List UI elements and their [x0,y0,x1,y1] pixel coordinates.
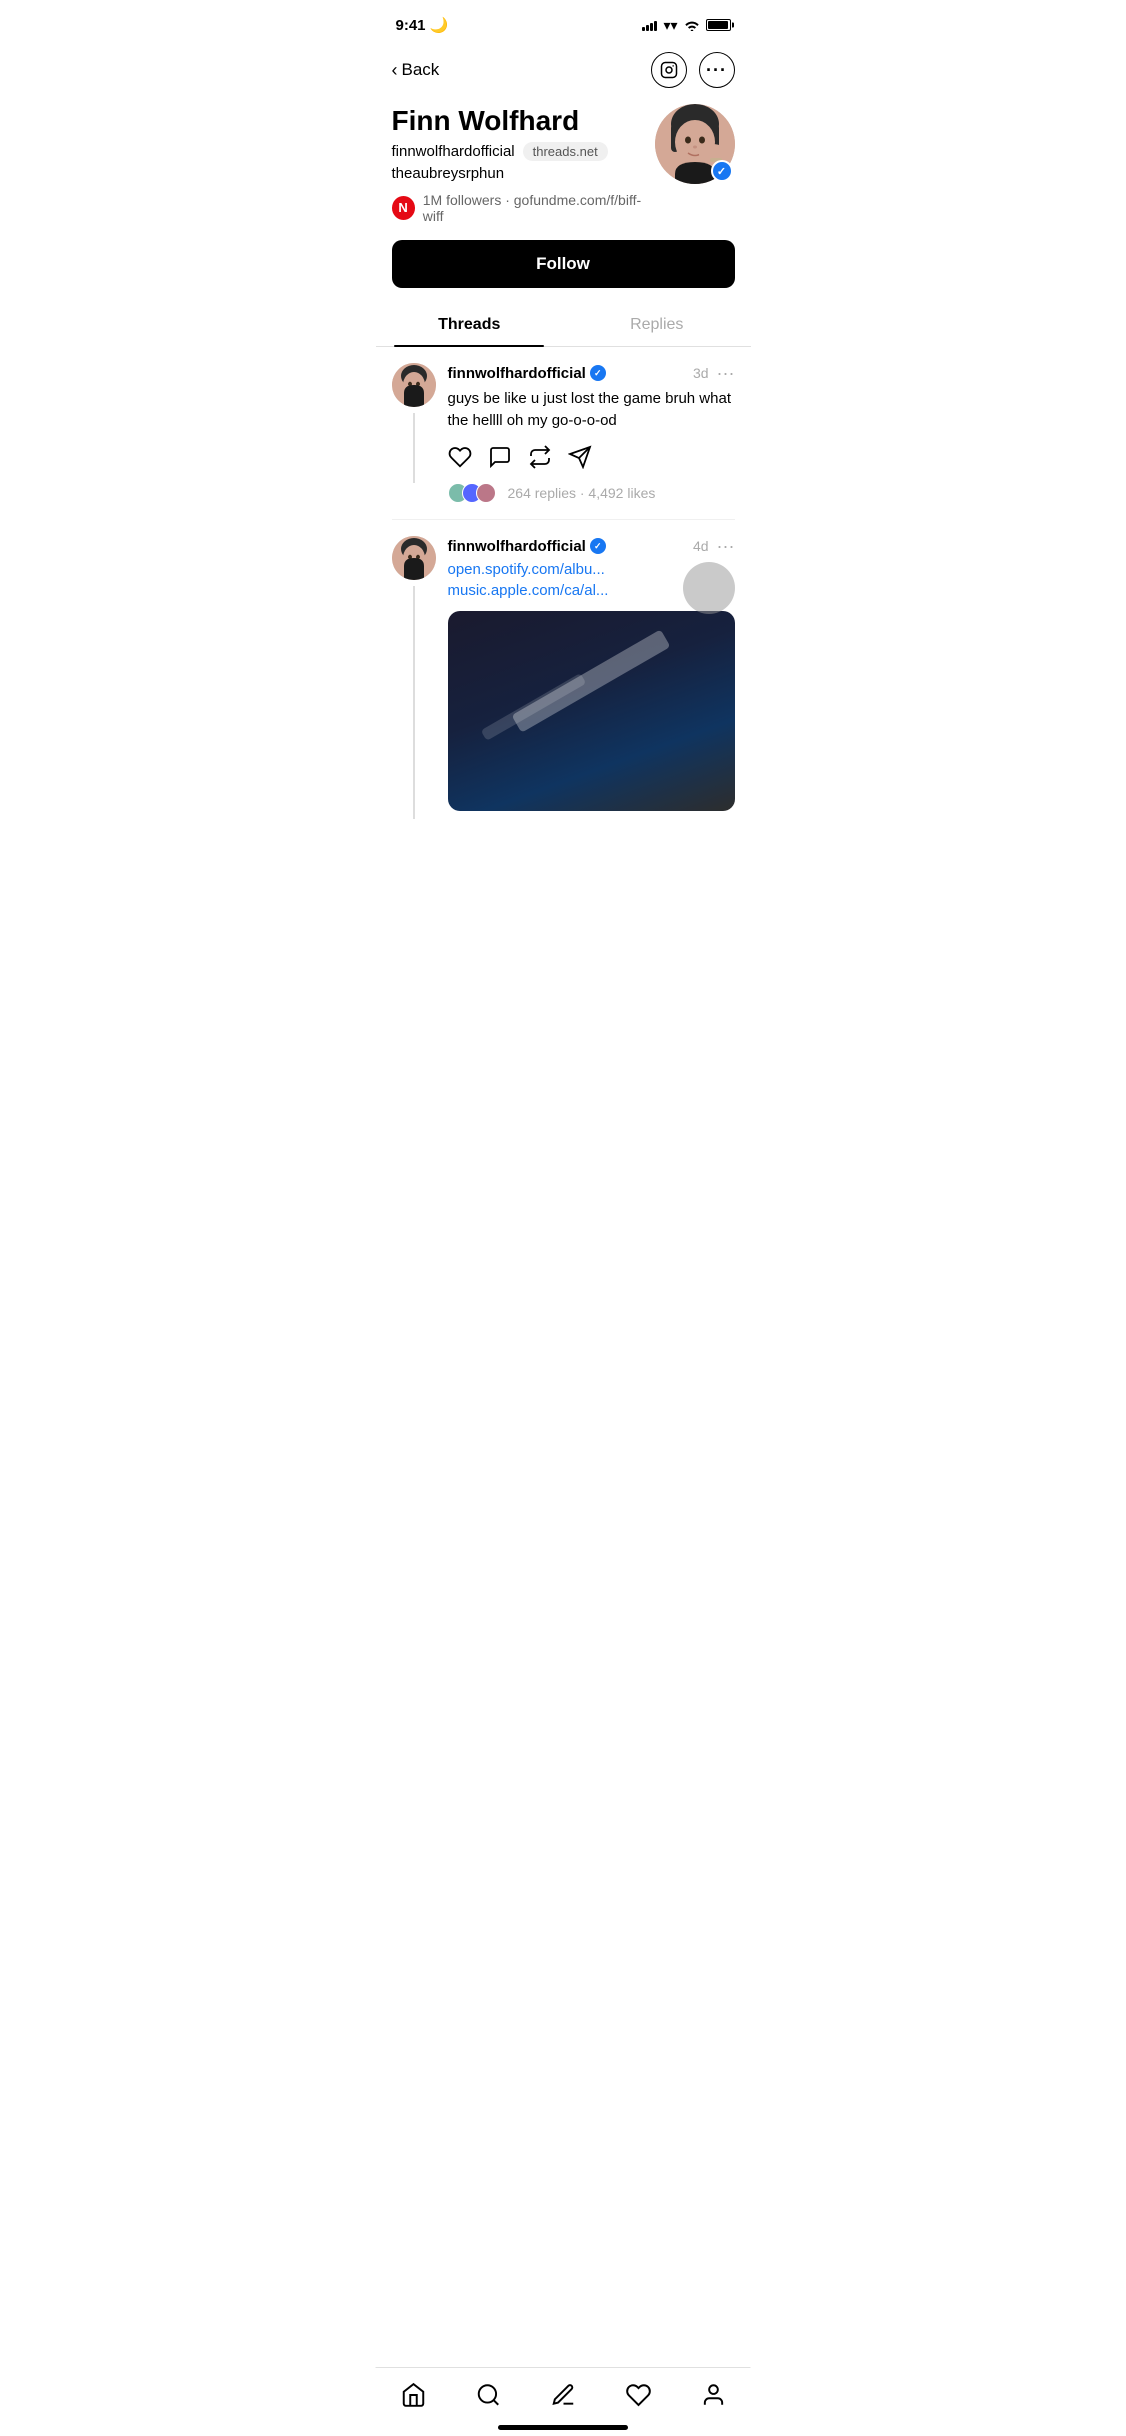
profile-icon [700,2382,726,2408]
profile-header: Finn Wolfhard finnwolfhardofficial threa… [376,96,751,224]
post-image-2 [448,611,735,811]
post-more-1[interactable]: ··· [717,363,735,384]
thread-line-1 [413,413,415,483]
checkmark-icon: ✓ [717,165,726,178]
nav-actions: ··· [651,52,735,88]
profile-name: Finn Wolfhard [392,104,655,138]
compose-nav-item[interactable] [534,2378,592,2412]
post-username-row-2: finnwolfhardofficial ✓ [448,538,606,555]
status-bar: 9:41 🌙 ▾▾ [376,0,751,44]
post-avatar-1[interactable] [392,363,436,407]
verified-badge: ✓ [711,160,733,182]
share-button-1[interactable] [568,445,592,475]
post-verified-1: ✓ [590,365,606,381]
signal-icon [642,19,657,31]
profile-handle-row: finnwolfhardofficial threads.net [392,142,655,161]
post-avatar-2[interactable] [392,536,436,580]
more-icon: ··· [706,60,727,81]
thread-line-2 [413,586,415,819]
status-icons: ▾▾ [642,17,730,34]
post-time-1: 3d [693,365,709,381]
back-chevron-icon: ‹ [392,60,398,81]
tabs: Threads Replies [376,304,751,347]
avatar-container: ✓ [655,104,735,184]
home-nav-item[interactable] [384,2378,442,2412]
home-indicator [498,2425,628,2430]
reply-avatars-1 [448,483,496,503]
post-avatar-image-2 [392,536,436,580]
reply-button-1[interactable] [488,445,512,475]
post-content-1: guys be like u just lost the game bruh w… [448,388,735,433]
profile-nav-item[interactable] [684,2378,742,2412]
post-right-1: finnwolfhardofficial ✓ 3d ··· guys be li… [448,363,735,483]
profile-alt-handle: theaubreysrphun [392,165,655,182]
post-meta-2: 4d ··· [693,536,735,557]
post-left-1 [392,363,436,483]
repost-button-1[interactable] [528,445,552,475]
thread-post-2: finnwolfhardofficial ✓ 4d ··· open.spoti… [376,520,751,819]
post-more-2[interactable]: ··· [717,536,735,557]
like-button-1[interactable] [448,445,472,475]
post-username-row-1: finnwolfhardofficial ✓ [448,365,606,382]
post-username-2: finnwolfhardofficial [448,538,586,555]
instagram-button[interactable] [651,52,687,88]
image-shine-1 [511,629,670,732]
post-header-1: finnwolfhardofficial ✓ 3d ··· [448,363,735,384]
wifi-icon: ▾▾ [663,17,677,34]
apple-music-link[interactable]: music.apple.com/ca/al... [448,582,735,599]
instagram-icon [660,61,678,79]
post-username-1: finnwolfhardofficial [448,365,586,382]
followers-text: 1M followers · gofundme.com/f/biff-wiff [423,192,655,224]
tab-threads[interactable]: Threads [376,304,564,346]
post-stats-1: 264 replies · 4,492 likes [376,483,751,519]
battery-icon [706,19,731,31]
post-header-2: finnwolfhardofficial ✓ 4d ··· [448,536,735,557]
post-stats-text-1: 264 replies · 4,492 likes [508,485,656,501]
activity-nav-item[interactable] [609,2378,667,2412]
back-button[interactable]: ‹ Back [392,60,440,81]
profile-followers: N 1M followers · gofundme.com/f/biff-wif… [392,192,655,224]
thread-post-1: finnwolfhardofficial ✓ 3d ··· guys be li… [376,347,751,483]
status-time: 9:41 🌙 [396,16,449,34]
profile-handle: finnwolfhardofficial [392,143,515,160]
image-shine-2 [481,673,586,741]
post-verified-2: ✓ [590,538,606,554]
activity-icon [625,2382,651,2408]
post-left-2 [392,536,436,819]
moon-icon: 🌙 [430,17,449,34]
home-icon [400,2382,426,2408]
compose-icon [550,2382,576,2408]
search-nav-item[interactable] [459,2378,517,2412]
follow-button[interactable]: Follow [392,240,735,288]
post-time-2: 4d [693,538,709,554]
post-actions-1 [448,445,735,475]
post-right-2: finnwolfhardofficial ✓ 4d ··· open.spoti… [448,536,735,819]
profile-info: Finn Wolfhard finnwolfhardofficial threa… [392,104,655,224]
more-options-button[interactable]: ··· [699,52,735,88]
nav-bar: ‹ Back ··· [376,44,751,96]
tab-replies[interactable]: Replies [563,304,751,346]
spotify-link[interactable]: open.spotify.com/albu... [448,561,735,578]
back-label: Back [402,60,440,80]
search-icon [475,2382,501,2408]
wifi-icon [684,19,700,31]
threads-badge[interactable]: threads.net [523,142,608,161]
post-avatar-image-1 [392,363,436,407]
reply-avatar-3 [476,483,496,503]
netflix-icon: N [392,196,415,220]
post-meta-1: 3d ··· [693,363,735,384]
